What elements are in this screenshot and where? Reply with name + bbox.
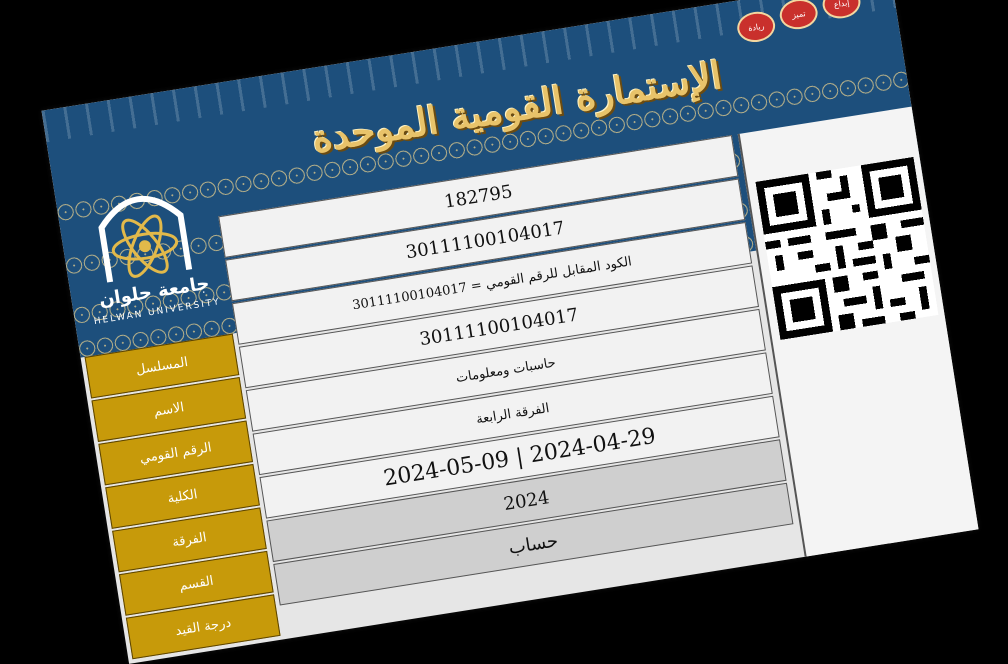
id-card: الإستمارة القومية الموحدة جامعة حلوان HE… [41, 0, 979, 664]
qr-code-icon [755, 156, 939, 340]
badge: إبداع [820, 0, 863, 22]
field-values: 182795 30111100104017 30111100104017 = ا… [218, 135, 794, 607]
badge-group: ريادة تميز إبداع [733, 0, 887, 45]
badge: ريادة [735, 9, 778, 45]
badge: تميز [777, 0, 820, 32]
